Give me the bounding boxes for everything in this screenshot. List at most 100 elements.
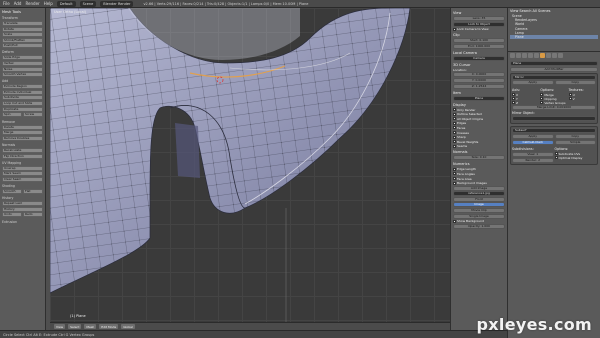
- subsurf-apply-button[interactable]: Apply: [512, 133, 554, 139]
- 3d-viewport[interactable]: User Ortho (Local) (1) Plane: [50, 8, 450, 322]
- bg-image-name[interactable]: reference1.jpg: [453, 191, 505, 197]
- lock-camera-check[interactable]: Lock Camera to View: [453, 27, 505, 31]
- modifiers-tab-icon[interactable]: [540, 53, 545, 58]
- material-tab-icon[interactable]: [552, 53, 557, 58]
- faces-check[interactable]: Faces: [453, 126, 505, 130]
- sharp-check[interactable]: Sharp: [453, 135, 505, 139]
- only-render-check[interactable]: Only Render: [453, 108, 505, 112]
- shrink-flatten-button[interactable]: Shrink/Flatten: [2, 37, 43, 43]
- orientation-selector[interactable]: Global: [121, 324, 135, 329]
- undo-button[interactable]: Undo: [2, 212, 22, 218]
- seams-check[interactable]: Seams: [453, 144, 505, 148]
- render-engine-selector[interactable]: Blender Render: [100, 0, 134, 7]
- item-name-field[interactable]: Plane: [453, 95, 505, 101]
- world-tab-icon[interactable]: [522, 53, 527, 58]
- mirror-texture-v[interactable]: V: [568, 97, 596, 101]
- outliner-plane[interactable]: Plane: [510, 34, 598, 40]
- flat-button[interactable]: Flat: [23, 188, 43, 194]
- outliner-header[interactable]: View Search All Scenes: [510, 9, 598, 13]
- cursor-x-field[interactable]: X: 0.0000: [453, 72, 505, 78]
- render-tab-icon[interactable]: [510, 53, 515, 58]
- mesh-menu-button[interactable]: Mesh: [84, 324, 97, 329]
- scene-tab-icon[interactable]: [516, 53, 521, 58]
- lock-object-field[interactable]: Lock to Object: [453, 21, 505, 27]
- redo-button[interactable]: Redo: [23, 212, 43, 218]
- view-menu-button[interactable]: View: [54, 324, 66, 329]
- loop-cut-button[interactable]: Loop Cut and Slide: [2, 100, 43, 106]
- bg-opacity-field[interactable]: Opacity: 1.000: [453, 223, 505, 229]
- object-tab-icon[interactable]: [528, 53, 533, 58]
- optimal-display-check[interactable]: Optimal Display: [554, 156, 597, 160]
- select-menu-button[interactable]: Select: [68, 324, 82, 329]
- extrude-region-button[interactable]: Extrude Region: [2, 84, 43, 90]
- history-button[interactable]: History: [2, 206, 43, 212]
- merge-button[interactable]: Merge: [2, 130, 43, 136]
- bevel-weights-check[interactable]: Bevel Weights: [453, 140, 505, 144]
- unwrap-button[interactable]: Unwrap: [2, 165, 43, 171]
- clip-end-field[interactable]: End: 1000.000: [453, 43, 505, 49]
- subdivide-button[interactable]: Subdivide: [2, 95, 43, 101]
- duplicate-button[interactable]: Duplicate: [2, 106, 43, 112]
- camera-field[interactable]: Camera: [453, 55, 505, 61]
- all-origins-check[interactable]: All Object Origins: [453, 117, 505, 121]
- translate-button[interactable]: Translate: [2, 21, 43, 26]
- extrude-individual-button[interactable]: Extrude Individual: [2, 89, 43, 95]
- mirror-axis-z[interactable]: Z: [512, 101, 539, 105]
- mirror-vgroups-check[interactable]: Vertex Groups: [540, 101, 567, 105]
- clear-seam-button[interactable]: Clear Seam: [2, 176, 43, 182]
- face-area-check[interactable]: Face Area: [453, 177, 505, 181]
- merge-limit-field[interactable]: Merge Limit: 0.001000: [512, 104, 596, 110]
- subsurf-modifier-name[interactable]: Subsurf: [512, 127, 596, 133]
- lens-field[interactable]: Lens: 35: [453, 16, 505, 21]
- mark-seam-button[interactable]: Mark Seam: [2, 171, 43, 177]
- edges-check[interactable]: Edges: [453, 121, 505, 125]
- repeat-last-button[interactable]: Repeat Last: [2, 201, 43, 207]
- creases-check[interactable]: Creases: [453, 131, 505, 135]
- flip-direction-button[interactable]: Flip Direction: [2, 153, 43, 159]
- screw-button[interactable]: Screw: [23, 112, 43, 118]
- outline-selected-check[interactable]: Outline Selected: [453, 112, 505, 116]
- bg-source-image-tab[interactable]: Image: [453, 202, 505, 208]
- scale-button[interactable]: Scale: [2, 32, 43, 38]
- layout-selector[interactable]: Default: [56, 0, 76, 7]
- push-pull-button[interactable]: Push/Pull: [2, 43, 43, 49]
- remove-doubles-button[interactable]: Remove Doubles: [2, 135, 43, 141]
- bg-axis-selector[interactable]: Front: [453, 196, 505, 202]
- catmull-clark-tab[interactable]: Catmull-Clark: [512, 139, 554, 145]
- edge-length-check[interactable]: Edge Length: [453, 167, 505, 171]
- subsurf-copy-button[interactable]: Copy: [554, 133, 596, 139]
- constraints-tab-icon[interactable]: [534, 53, 539, 58]
- recalculate-button[interactable]: Recalculate: [2, 147, 43, 153]
- menu-help[interactable]: Help: [44, 1, 53, 6]
- mirror-apply-button[interactable]: Apply: [512, 80, 554, 86]
- vertex-button[interactable]: Vertex: [2, 60, 43, 66]
- add-modifier-button[interactable]: Add Modifier: [510, 66, 598, 72]
- delete-button[interactable]: Delete: [2, 124, 43, 130]
- mode-selector[interactable]: Edit Mode: [99, 324, 119, 329]
- subsurf-view-levels[interactable]: View: 1: [512, 151, 554, 157]
- cursor-z-field[interactable]: Z: 1.2544: [453, 83, 505, 89]
- cursor-y-field[interactable]: Y: 0.0000: [453, 77, 505, 83]
- normal-size-field[interactable]: Size: 0.10: [453, 155, 505, 161]
- menu-render[interactable]: Render: [25, 1, 39, 6]
- rotate-button[interactable]: Rotate: [2, 26, 43, 32]
- noise-button[interactable]: Noise: [2, 66, 43, 72]
- smooth-button[interactable]: Smooth: [2, 188, 22, 194]
- data-tab-icon[interactable]: [546, 53, 551, 58]
- slide-edge-button[interactable]: Slide Edge: [2, 55, 43, 61]
- simple-tab[interactable]: Simple: [554, 139, 596, 145]
- subsurf-render-levels[interactable]: Render: 2: [512, 157, 554, 163]
- mirror-modifier-name[interactable]: Mirror: [512, 74, 596, 80]
- background-images-check[interactable]: Background Images: [453, 181, 505, 185]
- menu-file[interactable]: File: [3, 1, 10, 6]
- show-background-check[interactable]: Show Background: [453, 219, 505, 223]
- face-angles-check[interactable]: Face Angles: [453, 172, 505, 176]
- menu-add[interactable]: Add: [14, 1, 22, 6]
- mirror-object-field[interactable]: [512, 116, 596, 122]
- clip-start-field[interactable]: Start: 0.100: [453, 38, 505, 44]
- bg-source-selector[interactable]: Single Image: [453, 213, 505, 219]
- bg-source-movie-tab[interactable]: Movie Clip: [453, 208, 505, 214]
- texture-tab-icon[interactable]: [558, 53, 563, 58]
- mirror-copy-button[interactable]: Copy: [554, 80, 596, 86]
- scene-selector[interactable]: Scene: [79, 0, 97, 7]
